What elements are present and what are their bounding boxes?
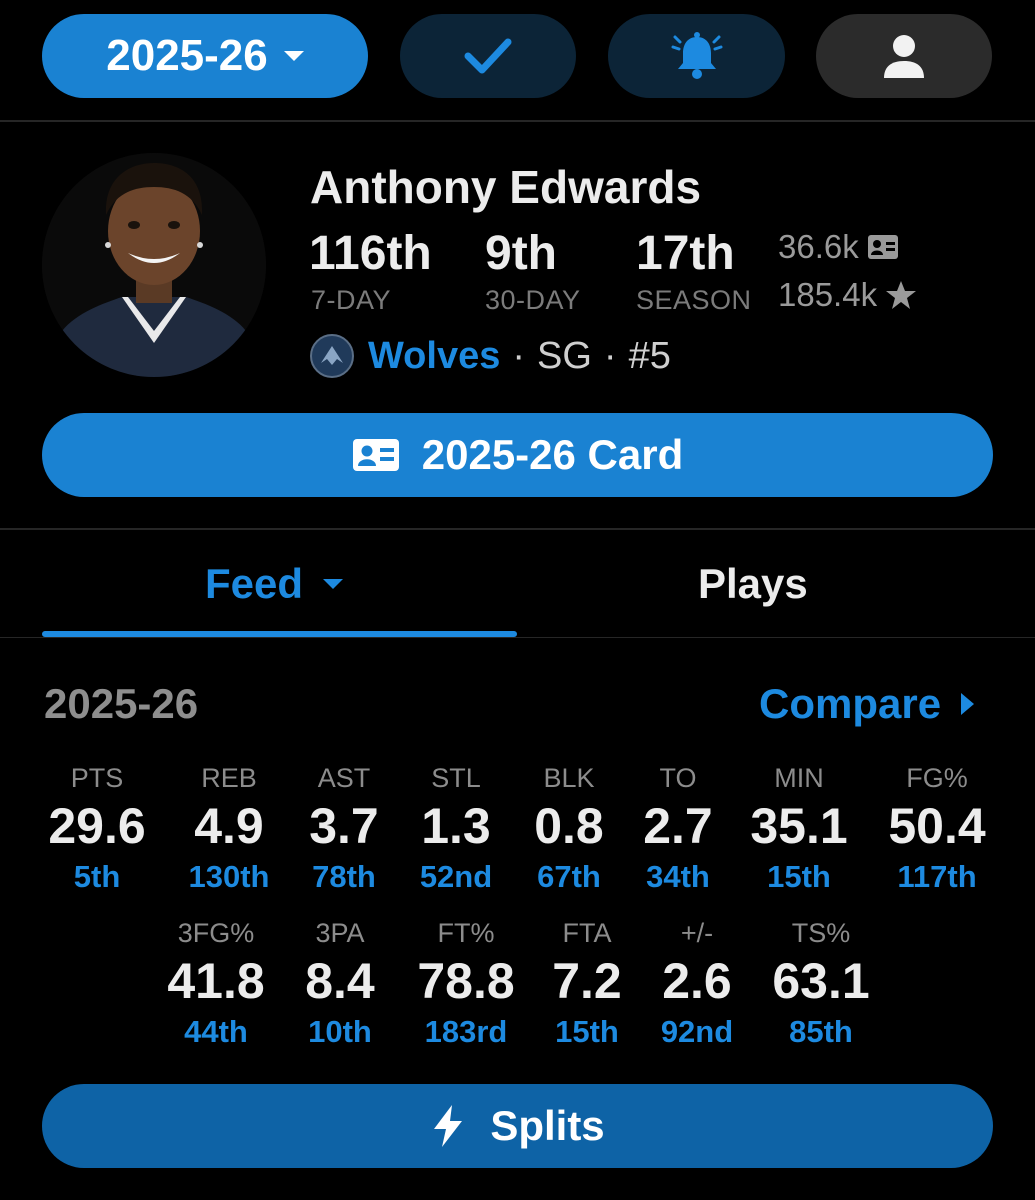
stats-season-heading: 2025-26 bbox=[44, 680, 199, 727]
stat-ts-pct: TS% 63.1 85th bbox=[756, 916, 886, 1052]
stat-value: 41.8 bbox=[167, 953, 265, 1009]
star-count: 185.4k bbox=[778, 276, 878, 313]
rank-30-day-value: 9th bbox=[485, 227, 557, 280]
profile-button[interactable] bbox=[816, 14, 992, 98]
chevron-down-icon bbox=[283, 51, 304, 61]
team-info-row: Wolves · SG · #5 bbox=[310, 332, 671, 380]
stat-to: TO 2.7 34th bbox=[613, 761, 743, 897]
rank-7-day-value: 116th bbox=[309, 227, 432, 280]
tab-plays-label: Plays bbox=[698, 560, 808, 607]
stat-label: REB bbox=[201, 763, 257, 793]
divider bbox=[0, 528, 1035, 530]
player-name: Anthony Edwards bbox=[310, 161, 702, 213]
rank-season-value: 17th bbox=[636, 227, 735, 280]
lightning-icon bbox=[434, 1105, 463, 1147]
stat-value: 78.8 bbox=[417, 953, 515, 1009]
stat-rank: 78th bbox=[312, 859, 376, 894]
stat-label: STL bbox=[431, 763, 481, 793]
stat-rank: 130th bbox=[188, 859, 270, 894]
stat-label: 3PA bbox=[315, 918, 365, 948]
rank-season-label: SEASON bbox=[636, 285, 752, 315]
stat-value: 8.4 bbox=[305, 953, 375, 1009]
stat-ft-pct: FT% 78.8 183rd bbox=[401, 916, 531, 1052]
id-card-icon bbox=[867, 235, 898, 259]
compare-link[interactable]: Compare bbox=[759, 680, 975, 728]
divider bbox=[0, 120, 1035, 122]
stat-pts: PTS 29.6 5th bbox=[32, 761, 162, 897]
player-card-button[interactable]: 2025-26 Card bbox=[42, 413, 993, 497]
stat-label: +/- bbox=[680, 918, 714, 948]
splits-button-label: Splits bbox=[490, 1102, 605, 1149]
stat-label: AST bbox=[317, 763, 371, 793]
stat-value: 35.1 bbox=[750, 798, 848, 854]
stat-value: 29.6 bbox=[48, 798, 146, 854]
stat-value: 63.1 bbox=[772, 953, 870, 1009]
player-number: #5 bbox=[628, 334, 671, 377]
stat-rank: 117th bbox=[897, 859, 977, 894]
stat-ast: AST 3.7 78th bbox=[279, 761, 409, 897]
stat-stl: STL 1.3 52nd bbox=[391, 761, 521, 897]
notifications-button[interactable] bbox=[608, 14, 785, 98]
stat-rank: 44th bbox=[184, 1014, 248, 1049]
splits-button[interactable]: Splits bbox=[42, 1084, 993, 1168]
stat-fg-pct: FG% 50.4 117th bbox=[872, 761, 1002, 897]
stat-value: 2.6 bbox=[662, 953, 732, 1009]
tab-plays[interactable]: Plays bbox=[698, 560, 808, 608]
chevron-right-icon bbox=[961, 693, 975, 715]
player-avatar bbox=[42, 153, 266, 377]
separator: · bbox=[603, 334, 617, 377]
stat-plus-minus: +/- 2.6 92nd bbox=[632, 916, 762, 1052]
star-icon bbox=[886, 281, 917, 309]
stat-3fg-pct: 3FG% 41.8 44th bbox=[151, 916, 281, 1052]
compare-label: Compare bbox=[759, 680, 942, 727]
card-count: 36.6k bbox=[778, 228, 859, 265]
player-card-button-label: 2025-26 Card bbox=[421, 431, 684, 478]
stat-rank: 183rd bbox=[424, 1014, 508, 1049]
stat-3pa: 3PA 8.4 10th bbox=[275, 916, 405, 1052]
stat-label: TO bbox=[659, 763, 697, 793]
stat-value: 1.3 bbox=[421, 798, 491, 854]
stat-rank: 85th bbox=[789, 1014, 853, 1049]
season-selector-label: 2025-26 bbox=[106, 31, 268, 80]
rank-30-day-label: 30-DAY bbox=[485, 285, 581, 315]
follow-check-button[interactable] bbox=[400, 14, 576, 98]
bell-ring-icon bbox=[671, 32, 722, 79]
top-bar: 2025-26 bbox=[0, 0, 1035, 120]
player-position: SG bbox=[537, 334, 592, 377]
divider bbox=[0, 637, 1035, 638]
stat-rank: 15th bbox=[767, 859, 831, 894]
stat-label: FT% bbox=[437, 918, 495, 948]
separator: · bbox=[512, 334, 526, 377]
tab-feed[interactable]: Feed bbox=[205, 560, 344, 608]
season-selector-button[interactable]: 2025-26 bbox=[42, 14, 368, 98]
card-count-stat: 36.6k bbox=[778, 228, 899, 266]
stat-label: TS% bbox=[791, 918, 851, 948]
user-icon bbox=[884, 35, 924, 78]
stat-min: MIN 35.1 15th bbox=[734, 761, 864, 897]
tab-feed-label: Feed bbox=[205, 560, 304, 607]
stat-rank: 52nd bbox=[419, 859, 493, 894]
stat-rank: 10th bbox=[308, 1014, 372, 1049]
star-count-stat: 185.4k bbox=[778, 276, 917, 314]
team-link[interactable]: Wolves bbox=[368, 335, 500, 378]
stat-value: 3.7 bbox=[309, 798, 379, 854]
team-logo-icon bbox=[310, 334, 354, 378]
stat-reb: REB 4.9 130th bbox=[164, 761, 294, 897]
stat-value: 50.4 bbox=[888, 798, 986, 854]
player-photo bbox=[42, 153, 266, 377]
stat-label: MIN bbox=[774, 763, 824, 793]
id-card-icon bbox=[352, 439, 399, 471]
stat-label: 3FG% bbox=[177, 918, 255, 948]
chevron-down-icon bbox=[323, 579, 344, 589]
stat-rank: 92nd bbox=[660, 1014, 734, 1049]
stat-rank: 34th bbox=[646, 859, 710, 894]
stat-label: PTS bbox=[70, 763, 124, 793]
rank-7-day-label: 7-DAY bbox=[311, 285, 392, 315]
check-icon bbox=[464, 38, 512, 74]
stat-label: FG% bbox=[906, 763, 968, 793]
stat-value: 4.9 bbox=[194, 798, 264, 854]
stat-rank: 5th bbox=[73, 859, 121, 894]
stat-value: 2.7 bbox=[643, 798, 713, 854]
